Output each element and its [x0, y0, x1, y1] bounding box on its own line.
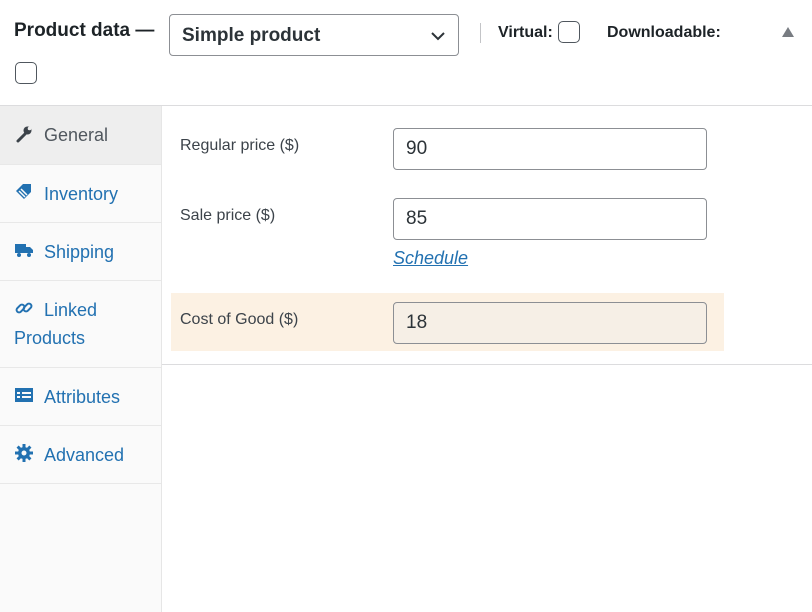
panel-title: Product data —	[14, 20, 155, 41]
sale-price-input[interactable]	[393, 198, 707, 240]
tab-shipping[interactable]: Shipping	[0, 223, 161, 281]
link-icon	[15, 302, 33, 314]
collapse-toggle-icon[interactable]	[781, 26, 795, 38]
downloadable-checkbox[interactable]	[15, 62, 37, 84]
header-divider	[480, 23, 481, 43]
wrench-icon	[16, 126, 32, 143]
chevron-down-icon	[431, 32, 445, 41]
virtual-checkbox[interactable]	[558, 21, 580, 43]
tab-label: General	[44, 125, 109, 145]
tab-general[interactable]: General	[0, 106, 161, 165]
tag-icon	[16, 184, 31, 199]
schedule-link[interactable]: Schedule	[393, 248, 468, 269]
tab-inventory[interactable]: Inventory	[0, 165, 161, 223]
virtual-label: Virtual:	[498, 24, 553, 41]
cost-of-good-label: Cost of Good ($)	[180, 311, 299, 328]
tab-label: Shipping	[44, 242, 115, 262]
sale-price-label: Sale price ($)	[180, 207, 276, 224]
tab-label: Inventory	[44, 184, 119, 204]
truck-icon	[15, 244, 33, 257]
section-divider	[162, 364, 812, 365]
tab-advanced[interactable]: Advanced	[0, 426, 161, 484]
downloadable-label: Downloadable:	[607, 24, 721, 41]
product-type-select[interactable]: Simple product	[169, 14, 459, 56]
tab-label-line1: Linked	[44, 300, 98, 320]
tab-label-line2: Products	[14, 328, 86, 348]
product-type-value: Simple product	[182, 25, 321, 46]
regular-price-label: Regular price ($)	[180, 137, 300, 154]
tab-label: Attributes	[44, 387, 121, 407]
gear-icon	[15, 444, 33, 462]
tab-label: Advanced	[44, 445, 125, 465]
regular-price-input[interactable]	[393, 128, 707, 170]
product-data-tabs: General Inventory Shipping Linked Produc…	[0, 106, 162, 612]
tab-linked-products[interactable]: Linked Products	[0, 281, 161, 368]
list-icon	[15, 388, 33, 402]
cost-of-good-input[interactable]	[393, 302, 707, 344]
tab-attributes[interactable]: Attributes	[0, 368, 161, 426]
product-data-header: Product data — Simple product Virtual: D…	[0, 0, 812, 106]
